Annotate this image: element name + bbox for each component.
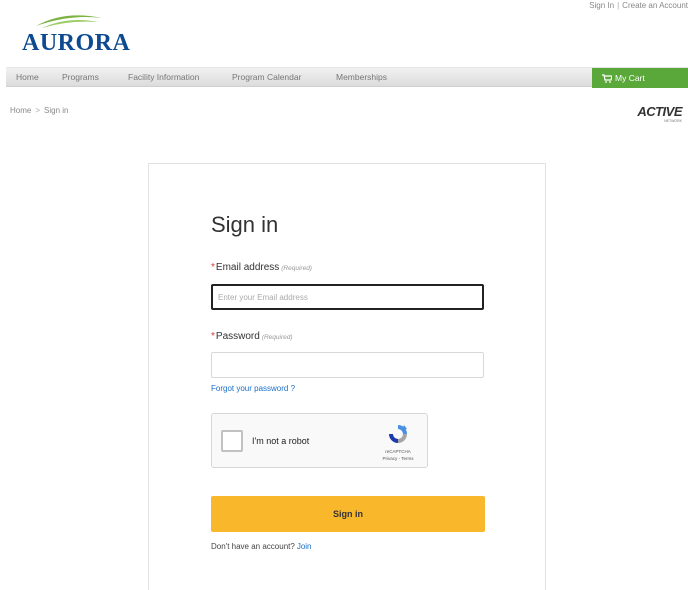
main-nav: Home Programs Facility Information Progr… (6, 67, 688, 88)
breadcrumb-current: Sign in (44, 106, 69, 115)
email-label: *Email address (Required) (211, 262, 312, 273)
account-links: Sign In | Create an Account (589, 1, 688, 10)
cart-icon (602, 73, 612, 83)
required-star: * (211, 331, 215, 342)
nav-item-home[interactable]: Home (16, 72, 39, 82)
create-account-link[interactable]: Create an Account (622, 1, 688, 10)
recaptcha-terms[interactable]: Privacy - Terms (378, 456, 418, 461)
email-label-text: Email address (215, 262, 280, 273)
breadcrumb-home[interactable]: Home (10, 106, 31, 115)
nav-item-memberships[interactable]: Memberships (336, 72, 387, 82)
email-input[interactable] (211, 284, 484, 310)
sign-in-link[interactable]: Sign In (589, 1, 614, 10)
password-input[interactable] (211, 352, 484, 378)
nav-item-facility-information[interactable]: Facility Information (128, 72, 199, 82)
breadcrumb-arrow: > (35, 106, 41, 115)
nav-item-program-calendar[interactable]: Program Calendar (232, 72, 301, 82)
no-account-prompt: Don't have an account? Join (211, 542, 312, 551)
recaptcha-brand: reCAPTCHA (385, 449, 411, 454)
forgot-password-link[interactable]: Forgot your password ? (211, 384, 295, 393)
recaptcha-label: I'm not a robot (252, 436, 310, 446)
link-separator: | (617, 1, 620, 10)
password-label: *Password (Required) (211, 331, 293, 342)
logo-swoosh-icon (36, 15, 102, 28)
page-title: Sign in (211, 212, 279, 237)
join-link[interactable]: Join (297, 542, 312, 551)
no-account-text: Don't have an account? (211, 542, 295, 551)
email-required-note: (Required) (281, 265, 312, 272)
aurora-logo[interactable]: AURORA (12, 8, 132, 56)
nav-item-programs[interactable]: Programs (62, 72, 99, 82)
recaptcha-logo-icon (389, 425, 407, 443)
my-cart-button[interactable]: My Cart (592, 68, 688, 88)
breadcrumb: Home > Sign in (10, 106, 68, 115)
active-logo: ACTIVE (637, 104, 682, 119)
recaptcha-checkbox[interactable] (221, 430, 243, 452)
cart-label: My Cart (615, 73, 645, 83)
active-logo-subtitle: NETWORK (664, 119, 682, 123)
recaptcha-widget: I'm not a robot reCAPTCHA Privacy - Term… (211, 413, 428, 468)
logo-text: AURORA (22, 30, 131, 56)
required-star: * (211, 262, 215, 273)
password-required-note: (Required) (261, 334, 293, 341)
sign-in-button[interactable]: Sign in (211, 496, 485, 532)
password-label-text: Password (215, 331, 260, 342)
